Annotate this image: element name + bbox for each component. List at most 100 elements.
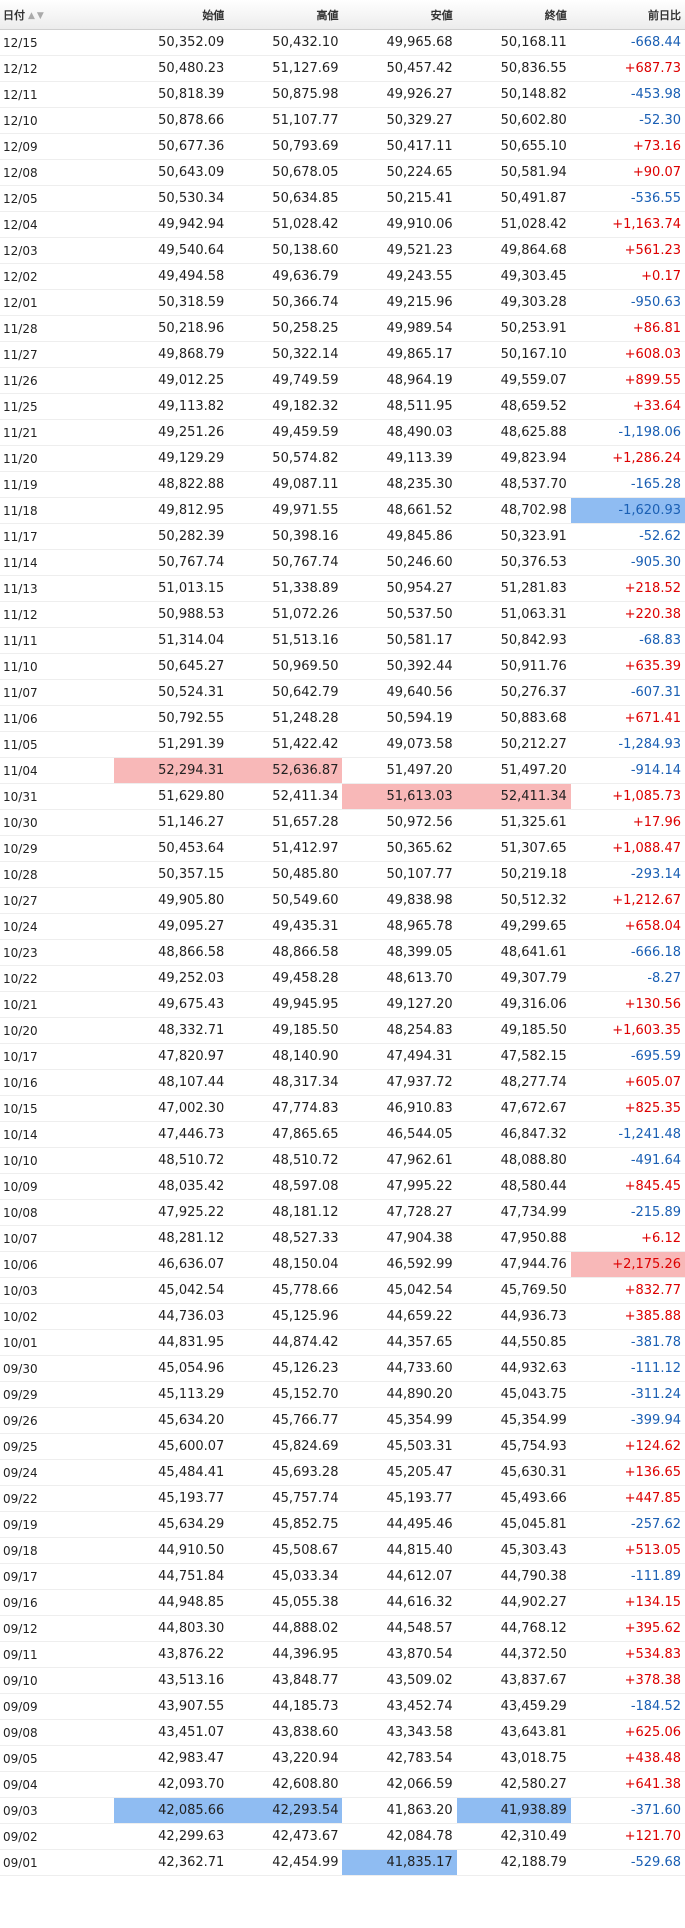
close-cell: 48,088.80 [456, 1147, 571, 1174]
low-cell: 50,581.17 [342, 627, 457, 654]
high-cell: 44,185.73 [228, 1693, 343, 1720]
change-cell: -311.24 [570, 1381, 685, 1408]
high-cell: 51,422.42 [228, 731, 343, 758]
high-cell: 51,107.77 [228, 107, 343, 134]
table-row: 09/22 45,193.77 45,757.74 45,193.77 45,493.6… [0, 1485, 685, 1512]
low-cell: 44,357.65 [342, 1329, 457, 1356]
open-cell: 48,332.71 [114, 1017, 229, 1044]
high-cell: 51,127.69 [228, 55, 343, 82]
high-cell: 49,435.31 [228, 913, 343, 940]
open-cell: 51,013.15 [114, 575, 229, 602]
close-cell: 51,281.83 [456, 575, 571, 602]
low-cell: 49,989.54 [342, 315, 457, 342]
high-cell: 44,888.02 [228, 1615, 343, 1642]
change-cell: -914.14 [570, 757, 685, 784]
low-cell: 49,838.98 [342, 887, 457, 914]
open-cell: 44,831.95 [114, 1329, 229, 1356]
open-cell: 45,193.77 [114, 1485, 229, 1512]
date-cell: 10/06 [0, 1251, 115, 1278]
sort-arrows-icon[interactable]: ▲▼ [28, 11, 46, 21]
close-cell: 50,883.68 [456, 705, 571, 732]
date-cell: 09/22 [0, 1485, 115, 1512]
change-cell: -536.55 [570, 185, 685, 212]
date-cell: 11/05 [0, 731, 115, 758]
open-cell: 48,107.44 [114, 1069, 229, 1096]
low-cell: 48,964.19 [342, 367, 457, 394]
table-row: 12/01 50,318.59 50,366.74 49,215.96 49,303.2… [0, 289, 685, 316]
table-row: 10/21 49,675.43 49,945.95 49,127.20 49,316.0… [0, 991, 685, 1018]
change-cell: +124.62 [570, 1433, 685, 1460]
open-cell: 50,878.66 [114, 107, 229, 134]
open-cell: 44,751.84 [114, 1563, 229, 1590]
change-cell: +1,286.24 [570, 445, 685, 472]
high-cell: 47,774.83 [228, 1095, 343, 1122]
change-cell: -668.44 [570, 29, 685, 56]
close-cell: 50,219.18 [456, 861, 571, 888]
low-cell: 50,537.50 [342, 601, 457, 628]
change-cell: -399.94 [570, 1407, 685, 1434]
date-cell: 11/11 [0, 627, 115, 654]
open-cell: 47,002.30 [114, 1095, 229, 1122]
change-cell: +658.04 [570, 913, 685, 940]
date-cell: 09/11 [0, 1641, 115, 1668]
date-cell: 09/18 [0, 1537, 115, 1564]
table-row: 09/04 42,093.70 42,608.80 42,066.59 42,580.2… [0, 1771, 685, 1798]
column-header-date[interactable]: 日付 ▲▼ [0, 0, 115, 30]
low-cell: 46,910.83 [342, 1095, 457, 1122]
date-cell: 10/30 [0, 809, 115, 836]
low-cell: 48,511.95 [342, 393, 457, 420]
close-cell: 50,376.53 [456, 549, 571, 576]
table-row: 09/03 42,085.66 42,293.54 41,863.20 41,938.8… [0, 1797, 685, 1824]
close-cell: 44,372.50 [456, 1641, 571, 1668]
table-row: 12/02 49,494.58 49,636.79 49,243.55 49,303.4… [0, 263, 685, 290]
date-cell: 09/17 [0, 1563, 115, 1590]
close-cell: 44,902.27 [456, 1589, 571, 1616]
column-header-close: 終値 [456, 0, 571, 30]
high-cell: 50,574.82 [228, 445, 343, 472]
date-cell: 11/17 [0, 523, 115, 550]
high-cell: 50,793.69 [228, 133, 343, 160]
high-cell: 49,636.79 [228, 263, 343, 290]
close-cell: 42,310.49 [456, 1823, 571, 1850]
close-cell: 48,580.44 [456, 1173, 571, 1200]
table-row: 12/04 49,942.94 51,028.42 49,910.06 51,028.4… [0, 211, 685, 238]
date-cell: 11/27 [0, 341, 115, 368]
column-header-change: 前日比 [570, 0, 685, 30]
low-cell: 49,521.23 [342, 237, 457, 264]
open-cell: 50,767.74 [114, 549, 229, 576]
open-cell: 50,677.36 [114, 133, 229, 160]
open-cell: 45,042.54 [114, 1277, 229, 1304]
open-cell: 52,294.31 [114, 757, 229, 784]
change-cell: -52.30 [570, 107, 685, 134]
change-cell: +845.45 [570, 1173, 685, 1200]
change-cell: +130.56 [570, 991, 685, 1018]
low-cell: 50,365.62 [342, 835, 457, 862]
low-cell: 44,548.57 [342, 1615, 457, 1642]
open-cell: 44,803.30 [114, 1615, 229, 1642]
change-cell: +136.65 [570, 1459, 685, 1486]
close-cell: 47,944.76 [456, 1251, 571, 1278]
close-cell: 47,582.15 [456, 1043, 571, 1070]
high-cell: 50,634.85 [228, 185, 343, 212]
high-cell: 45,852.75 [228, 1511, 343, 1538]
date-cell: 09/09 [0, 1693, 115, 1720]
table-row: 10/24 49,095.27 49,435.31 48,965.78 49,299.6… [0, 913, 685, 940]
column-header-low: 安値 [342, 0, 457, 30]
high-cell: 49,458.28 [228, 965, 343, 992]
open-cell: 50,318.59 [114, 289, 229, 316]
close-cell: 50,212.27 [456, 731, 571, 758]
close-cell: 49,303.45 [456, 263, 571, 290]
open-cell: 47,446.73 [114, 1121, 229, 1148]
low-cell: 45,205.47 [342, 1459, 457, 1486]
low-cell: 49,865.17 [342, 341, 457, 368]
low-cell: 49,965.68 [342, 29, 457, 56]
change-cell: -453.98 [570, 81, 685, 108]
high-cell: 51,072.26 [228, 601, 343, 628]
high-cell: 49,459.59 [228, 419, 343, 446]
high-cell: 47,865.65 [228, 1121, 343, 1148]
open-cell: 43,907.55 [114, 1693, 229, 1720]
low-cell: 49,113.39 [342, 445, 457, 472]
change-cell: +635.39 [570, 653, 685, 680]
low-cell: 44,733.60 [342, 1355, 457, 1382]
high-cell: 52,636.87 [228, 757, 343, 784]
